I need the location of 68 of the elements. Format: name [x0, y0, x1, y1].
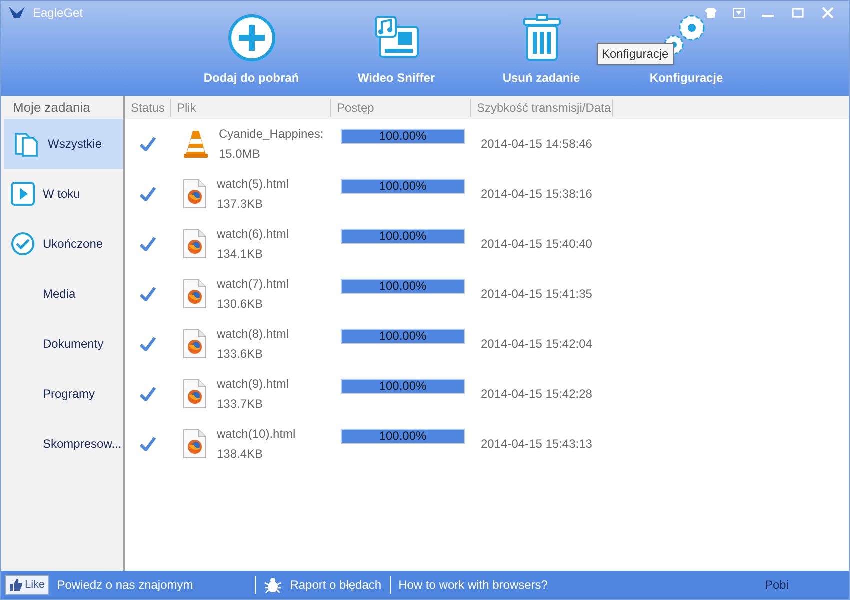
check-circle-icon: [11, 232, 35, 256]
column-header[interactable]: Postęp: [331, 98, 471, 116]
firefox-file-icon: [183, 379, 207, 409]
file-size: 130.6KB: [217, 296, 264, 313]
progress-text: 100.00%: [378, 130, 428, 142]
sidebar-item[interactable]: W toku: [1, 169, 123, 219]
sidebar-item[interactable]: Media: [1, 269, 123, 319]
column-header[interactable]: Plik: [171, 98, 331, 116]
documents-icon: [14, 130, 40, 158]
report-link[interactable]: Raport o błędach: [290, 576, 382, 594]
sidebar-item[interactable]: Wszystkie: [4, 119, 123, 169]
file-size: 133.6KB: [217, 346, 264, 363]
firefox-file-icon: [183, 329, 207, 359]
bird-logo-icon: [9, 7, 25, 19]
firefox-file-icon: [183, 229, 207, 259]
date-text: 2014-04-15 15:43:13: [480, 436, 592, 453]
thumbs-up-icon: [9, 579, 23, 591]
help-link[interactable]: How to work with browsers?: [398, 576, 548, 594]
date-text: 2014-04-15 15:42:28: [480, 386, 592, 403]
maximize-icon: [792, 8, 804, 18]
file-name: watch(6).html: [217, 226, 290, 243]
progress-text: 100.00%: [378, 230, 428, 242]
progress-text: 100.00%: [378, 330, 428, 342]
file-name: watch(9).html: [217, 376, 290, 393]
toolbar-button[interactable]: Dodaj do pobrań: [189, 13, 314, 87]
date-text: 2014-04-15 15:41:35: [480, 286, 592, 303]
progress-text: 100.00%: [378, 280, 428, 292]
sidebar-item[interactable]: Skompresow...: [1, 419, 123, 469]
file-size: 15.0MB: [219, 146, 262, 163]
like-button[interactable]: Like: [5, 575, 50, 595]
progress-text: 100.00%: [378, 430, 428, 442]
file-name: watch(7).html: [217, 276, 290, 293]
file-size: 134.1KB: [217, 246, 264, 263]
play-icon: [11, 182, 35, 206]
date-text: 2014-04-15 14:58:46: [480, 136, 592, 153]
close-icon: [822, 7, 834, 19]
file-name: watch(5).html: [217, 176, 290, 193]
minimize-icon: [762, 15, 774, 17]
file-size: 137.3KB: [217, 196, 264, 213]
file-name: watch(8).html: [217, 326, 290, 343]
file-name: watch(10).html: [217, 426, 296, 443]
tooltip: Konfiguracje: [597, 43, 674, 65]
sidebar-item[interactable]: Ukończone: [1, 219, 123, 269]
file-size: 138.4KB: [217, 446, 264, 463]
date-text: 2014-04-15 15:38:16: [480, 186, 592, 203]
firefox-file-icon: [183, 279, 207, 309]
plus-icon: [226, 13, 276, 63]
share-link[interactable]: Powiedz o nas znajomym: [57, 576, 248, 594]
progress-text: 100.00%: [378, 180, 428, 192]
firefox-file-icon: [183, 429, 207, 459]
date-text: 2014-04-15 15:40:40: [480, 236, 592, 253]
bug-icon: [264, 577, 282, 593]
progress-text: 100.00%: [378, 380, 428, 392]
file-name: Cyanide_Happines:: [219, 126, 324, 143]
sidebar-title: Moje zadania: [12, 98, 92, 117]
column-header[interactable]: Status: [125, 98, 171, 116]
file-size: 133.7KB: [217, 396, 264, 413]
column-header[interactable]: Szybkość transmisji/Data: [471, 98, 613, 116]
dropdown-icon: [733, 8, 745, 18]
toolbar-button[interactable]: Wideo Sniffer: [334, 13, 459, 87]
firefox-file-icon: [183, 179, 207, 209]
sidebar-item[interactable]: Dokumenty: [1, 319, 123, 369]
download-speed: Pobi: [764, 577, 790, 594]
sidebar-item[interactable]: Programy: [1, 369, 123, 419]
window-title: EagleGet: [33, 5, 84, 22]
shirt-icon: [705, 8, 717, 18]
traffic-cone-icon: [183, 129, 209, 159]
date-text: 2014-04-15 15:42:04: [480, 336, 592, 353]
